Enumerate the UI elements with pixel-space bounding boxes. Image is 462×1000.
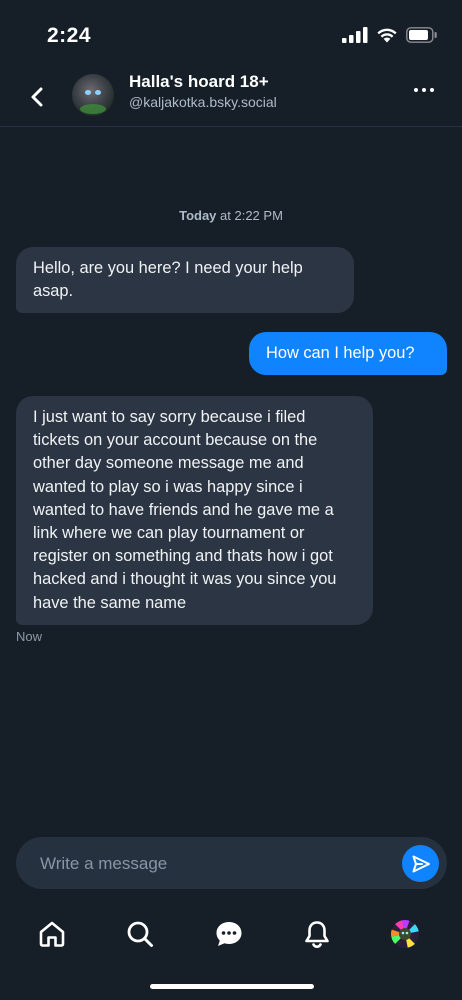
more-dot-icon [430,88,434,92]
more-options-button[interactable] [414,88,434,92]
chevron-left-icon [31,87,43,107]
conversation-header: Halla's hoard 18+ @kaljakotka.bsky.socia… [0,70,462,127]
message-composer [16,837,447,891]
home-indicator[interactable] [150,984,314,989]
home-icon [39,921,65,947]
date-separator: Today at 2:22 PM [0,208,462,223]
date-label-time: at 2:22 PM [216,208,283,223]
status-time: 2:24 [47,24,92,47]
message-bubble-incoming[interactable]: I just want to say sorry because i filed… [16,396,373,625]
profile-avatar-icon [391,920,419,948]
message-bubble-incoming[interactable]: Hello, are you here? I need your help as… [16,247,354,314]
tab-home[interactable] [30,910,74,958]
send-button[interactable] [402,845,439,882]
message-timestamp: Now [16,629,43,644]
battery-icon [406,27,437,43]
bell-icon [305,921,329,949]
tab-chat[interactable] [207,910,251,958]
status-bar: 2:24 [0,0,462,70]
chat-icon [216,922,242,946]
more-dot-icon [414,88,418,92]
bottom-tab-bar [0,910,462,960]
status-icons [342,27,438,43]
wifi-icon [377,28,397,43]
cellular-signal-icon [342,27,368,43]
more-dot-icon [422,88,426,92]
tab-notifications[interactable] [295,910,339,958]
message-input[interactable] [38,837,392,891]
date-label-day: Today [179,208,217,223]
send-icon [412,855,430,872]
search-icon [127,921,153,947]
contact-name[interactable]: Halla's hoard 18+ [129,72,269,92]
back-button[interactable] [26,83,48,111]
message-bubble-outgoing[interactable]: How can I help you? [249,332,447,375]
tab-search[interactable] [118,910,162,958]
contact-avatar[interactable] [72,74,114,116]
tab-profile[interactable] [383,910,427,958]
contact-handle: @kaljakotka.bsky.social [129,94,277,110]
